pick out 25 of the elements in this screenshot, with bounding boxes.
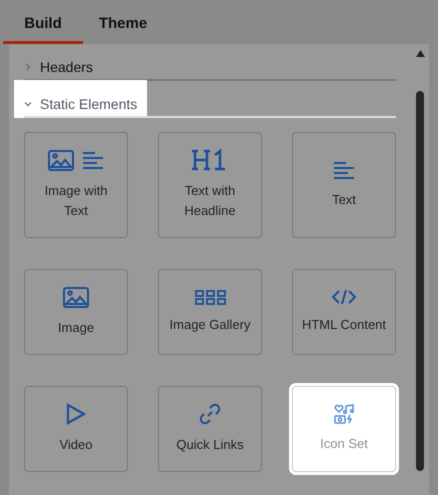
tab[interactable]: Theme bbox=[83, 0, 163, 44]
play-icon bbox=[66, 403, 86, 425]
image-icon bbox=[63, 286, 89, 308]
element-tile[interactable]: Text bbox=[292, 132, 396, 238]
element-tile[interactable]: Quick Links bbox=[158, 386, 262, 472]
element-tile[interactable]: Icon Set bbox=[292, 386, 396, 472]
element-tile[interactable]: Image Gallery bbox=[158, 269, 262, 355]
link-icon bbox=[199, 403, 221, 425]
h1-icon bbox=[192, 149, 228, 171]
code-icon bbox=[332, 289, 356, 305]
chevron-icon bbox=[24, 63, 32, 71]
chevron-icon bbox=[24, 100, 32, 108]
element-tile[interactable]: Video bbox=[24, 386, 128, 472]
image-icon bbox=[48, 150, 74, 170]
scroll-thumb[interactable] bbox=[416, 91, 424, 471]
element-tile[interactable]: HTML Content bbox=[292, 269, 396, 355]
element-tile[interactable]: Image with Text bbox=[24, 132, 128, 238]
text-lines-icon bbox=[333, 160, 355, 180]
text-lines-icon bbox=[82, 150, 104, 170]
section-header[interactable]: Static Elements bbox=[24, 92, 396, 118]
grid-icon bbox=[194, 290, 226, 304]
element-tile[interactable]: Text with Headline bbox=[158, 132, 262, 238]
scroll-up-icon[interactable] bbox=[416, 50, 424, 57]
element-tile[interactable]: Image bbox=[24, 269, 128, 355]
icon-set-icon bbox=[334, 404, 354, 424]
